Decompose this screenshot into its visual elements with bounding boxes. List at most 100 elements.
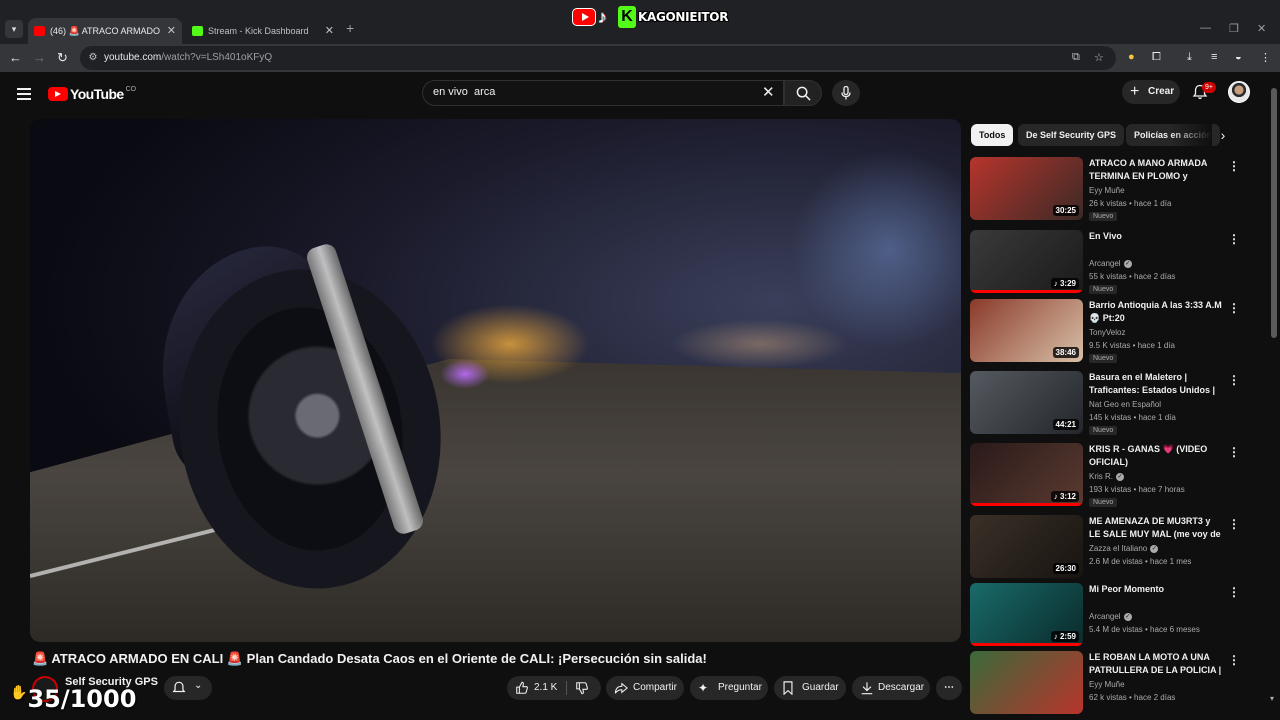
recommendation-thumbnail[interactable]: ♪ 2:59 bbox=[970, 583, 1083, 646]
dislike-icon[interactable] bbox=[575, 681, 589, 695]
close-window-icon[interactable]: ✕ bbox=[1257, 22, 1266, 35]
back-icon[interactable]: ← bbox=[9, 50, 22, 65]
youtube-logo[interactable]: YouTube CO bbox=[48, 86, 136, 102]
address-bar[interactable]: ⚙ youtube.com/watch?v=LSh401oKFyQ ⧉ ☆ bbox=[80, 46, 1116, 70]
recommendation-channel[interactable]: Nat Geo en Español bbox=[1089, 400, 1161, 409]
recommendation-thumbnail[interactable]: ♪ 3:12 bbox=[970, 443, 1083, 506]
download-icon[interactable]: ⤓ bbox=[1187, 51, 1192, 64]
like-icon[interactable] bbox=[515, 681, 529, 695]
recommendation-item[interactable]: LE ROBAN LA MOTO A UNA PATRULLERA DE LA … bbox=[970, 651, 1254, 715]
install-app-icon[interactable]: ⧉ bbox=[1072, 51, 1080, 64]
recommendation-channel-name: Eyy Muñe bbox=[1089, 186, 1125, 195]
more-vertical-icon[interactable]: ⋮ bbox=[1228, 301, 1240, 315]
recommendation-title[interactable]: ATRACO A MANO ARMADA TERMINA EN PLOMO y … bbox=[1089, 157, 1223, 183]
video-player[interactable] bbox=[30, 119, 961, 642]
minimize-icon[interactable]: — bbox=[1200, 22, 1211, 34]
more-vertical-icon[interactable]: ⋮ bbox=[1228, 232, 1240, 246]
share-button[interactable]: Compartir bbox=[606, 676, 684, 700]
recommendation-thumbnail[interactable]: 44:21 bbox=[970, 371, 1083, 434]
download-arrow-icon bbox=[861, 682, 873, 695]
recommendation-title[interactable]: KRIS R - GANAS 💗 (VIDEO OFICIAL) bbox=[1089, 443, 1223, 469]
like-separator bbox=[566, 681, 567, 695]
recommendation-thumbnail[interactable]: 26:30 bbox=[970, 515, 1083, 578]
recommendation-channel[interactable]: Arcangel ✓ bbox=[1089, 612, 1132, 621]
recommendation-item[interactable]: ♪ 2:59 Mi Peor Momento Arcangel ✓ 5.4 M de v… bbox=[970, 583, 1254, 647]
site-info-icon[interactable]: ⚙ bbox=[86, 51, 100, 65]
like-count[interactable]: 2.1 K bbox=[534, 676, 557, 700]
tab-youtube[interactable]: (46) 🚨 ATRACO ARMADO EN CALI ✕ bbox=[28, 18, 182, 44]
voice-search-button[interactable] bbox=[832, 80, 860, 106]
clear-search-icon[interactable]: ✕ bbox=[762, 83, 775, 101]
watch-progress-bar bbox=[970, 290, 1083, 293]
subscription-bell-button[interactable]: ⌄ bbox=[164, 676, 212, 700]
recommendation-title[interactable]: En Vivo bbox=[1089, 230, 1223, 243]
close-tab-icon[interactable]: ✕ bbox=[325, 18, 334, 44]
new-tab-button[interactable]: + bbox=[346, 20, 354, 36]
more-vertical-icon[interactable]: ⋮ bbox=[1228, 159, 1240, 173]
recommendation-channel[interactable]: Eyy Muñe bbox=[1089, 186, 1125, 195]
recommendation-channel[interactable]: Arcangel ✓ bbox=[1089, 259, 1132, 268]
tab-search-button[interactable]: ▾ bbox=[5, 20, 23, 38]
recommendation-title[interactable]: ME AMENAZA DE MU3RT3 y LE SALE MUY MAL (… bbox=[1089, 515, 1223, 541]
recommendation-channel[interactable]: Eyy Muñe bbox=[1089, 680, 1125, 689]
recommendation-channel-name: Nat Geo en Español bbox=[1089, 400, 1162, 409]
recommendation-item[interactable]: 44:21 Basura en el Maletero | Traficantes… bbox=[970, 371, 1254, 435]
save-button[interactable]: Guardar bbox=[774, 676, 846, 700]
more-vertical-icon[interactable]: ⋮ bbox=[1228, 373, 1240, 387]
profile-icon[interactable]: ◒ bbox=[1235, 51, 1242, 63]
recommendation-channel-name: TonyVeloz bbox=[1089, 328, 1126, 337]
more-vertical-icon[interactable]: ⋮ bbox=[1228, 517, 1240, 531]
more-vertical-icon[interactable]: ⋮ bbox=[1228, 653, 1240, 667]
recommendation-channel[interactable]: Kris R. ✓ bbox=[1089, 472, 1124, 481]
more-actions-button[interactable]: ⋯ bbox=[936, 676, 962, 700]
reload-icon[interactable]: ↻ bbox=[57, 50, 68, 66]
share-label: Compartir bbox=[633, 682, 677, 693]
tab-kick[interactable]: Stream - Kick Dashboard ✕ bbox=[186, 18, 340, 44]
recommendation-item[interactable]: 26:30 ME AMENAZA DE MU3RT3 y LE SALE MUY … bbox=[970, 515, 1254, 579]
recommendation-title[interactable]: Mi Peor Momento bbox=[1089, 583, 1223, 596]
search-input[interactable] bbox=[433, 86, 753, 98]
microphone-icon bbox=[841, 86, 851, 100]
youtube-header: YouTube CO ✕ + Crear 9+ bbox=[0, 72, 1280, 118]
page-scrollbar[interactable] bbox=[1271, 88, 1277, 338]
more-vertical-icon[interactable]: ⋮ bbox=[1228, 445, 1240, 459]
extensions-puzzle-icon[interactable]: ⧠ bbox=[1152, 51, 1161, 64]
recommendation-item[interactable]: 38:46 Barrio Antioquia A las 3:33 A.M 💀 P… bbox=[970, 299, 1254, 363]
create-button[interactable]: + Crear bbox=[1122, 80, 1180, 104]
chevron-down-icon: ⌄ bbox=[194, 680, 203, 691]
account-avatar[interactable] bbox=[1228, 81, 1250, 103]
recommendation-meta: 9.5 K vistas • hace 1 día bbox=[1089, 341, 1175, 350]
menu-hamburger-icon[interactable] bbox=[17, 88, 31, 100]
recommendation-thumbnail[interactable] bbox=[970, 651, 1083, 714]
extension-coin-icon[interactable]: ● bbox=[1128, 51, 1135, 63]
close-tab-icon[interactable]: ✕ bbox=[167, 18, 176, 44]
recommendation-title[interactable]: Basura en el Maletero | Traficantes: Est… bbox=[1089, 371, 1223, 397]
sparkle-icon: ✦ bbox=[698, 681, 709, 695]
duration-badge: 2:59 bbox=[1059, 632, 1076, 641]
chip-channel[interactable]: De Self Security GPS bbox=[1018, 124, 1125, 146]
recommendation-thumbnail[interactable]: 30:25 bbox=[970, 157, 1083, 220]
download-button[interactable]: Descargar bbox=[852, 676, 930, 700]
chip-todos[interactable]: Todos bbox=[971, 124, 1014, 146]
ask-button[interactable]: ✦ Preguntar bbox=[690, 676, 768, 700]
recommendation-channel[interactable]: TonyVeloz bbox=[1089, 328, 1125, 337]
search-button[interactable] bbox=[784, 80, 822, 106]
recommendation-item[interactable]: ♪ 3:29 En Vivo Arcangel ✓ 55 k vistas • hace… bbox=[970, 230, 1254, 294]
chevron-right-icon[interactable]: › bbox=[1212, 124, 1234, 146]
recommendation-item[interactable]: 30:25 ATRACO A MANO ARMADA TERMINA EN PLO… bbox=[970, 157, 1254, 221]
recommendation-thumbnail[interactable]: ♪ 3:29 bbox=[970, 230, 1083, 293]
bookmark-star-icon[interactable]: ☆ bbox=[1094, 51, 1104, 64]
forward-icon[interactable]: → bbox=[33, 50, 46, 65]
recommendation-title[interactable]: LE ROBAN LA MOTO A UNA PATRULLERA DE LA … bbox=[1089, 651, 1223, 677]
siren-emoji: 🚨 bbox=[32, 651, 49, 666]
recommendation-title[interactable]: Barrio Antioquia A las 3:33 A.M 💀 Pt:20 bbox=[1089, 299, 1223, 325]
recommendation-item[interactable]: ♪ 3:12 KRIS R - GANAS 💗 (VIDEO OFICIAL) Kr… bbox=[970, 443, 1254, 507]
scroll-down-arrow-icon[interactable]: ▾ bbox=[1270, 694, 1274, 703]
restore-icon[interactable]: ❐ bbox=[1229, 22, 1239, 35]
more-vertical-icon[interactable]: ⋮ bbox=[1228, 585, 1240, 599]
browser-menu-icon[interactable]: ⋮ bbox=[1260, 51, 1271, 64]
media-control-icon[interactable]: ≡ bbox=[1211, 51, 1217, 63]
duration-badge: 38:46 bbox=[1052, 347, 1079, 358]
recommendation-thumbnail[interactable]: 38:46 bbox=[970, 299, 1083, 362]
recommendation-channel[interactable]: Zazza el Italiano ✓ bbox=[1089, 544, 1159, 553]
